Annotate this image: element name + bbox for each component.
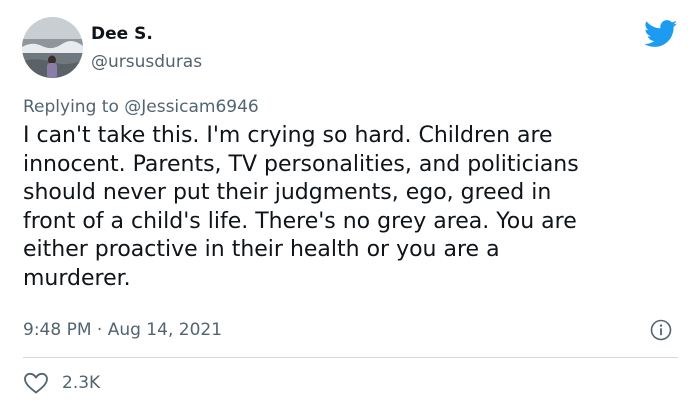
info-icon[interactable] xyxy=(650,319,672,341)
twitter-bird-icon[interactable] xyxy=(644,20,678,48)
avatar[interactable] xyxy=(22,17,83,78)
tweet-text: I can't take this. I'm crying so hard. C… xyxy=(23,123,579,291)
author-display-name[interactable]: Dee S. xyxy=(91,24,153,44)
reply-mention-link[interactable]: @Jessicam6946 xyxy=(124,97,259,117)
like-count[interactable]: 2.3K xyxy=(62,372,100,394)
reply-prefix: Replying to xyxy=(23,97,119,117)
avatar-photo xyxy=(22,17,83,78)
divider xyxy=(23,357,678,358)
heart-icon[interactable] xyxy=(23,371,49,395)
tweet-timestamp[interactable]: 9:48 PM · Aug 14, 2021 xyxy=(23,319,222,341)
author-handle[interactable]: @ursusduras xyxy=(91,52,202,72)
reply-context: Replying to @Jessicam6946 xyxy=(23,96,259,118)
tweet-card: Dee S. @ursusduras Replying to @Jessicam… xyxy=(0,0,700,411)
